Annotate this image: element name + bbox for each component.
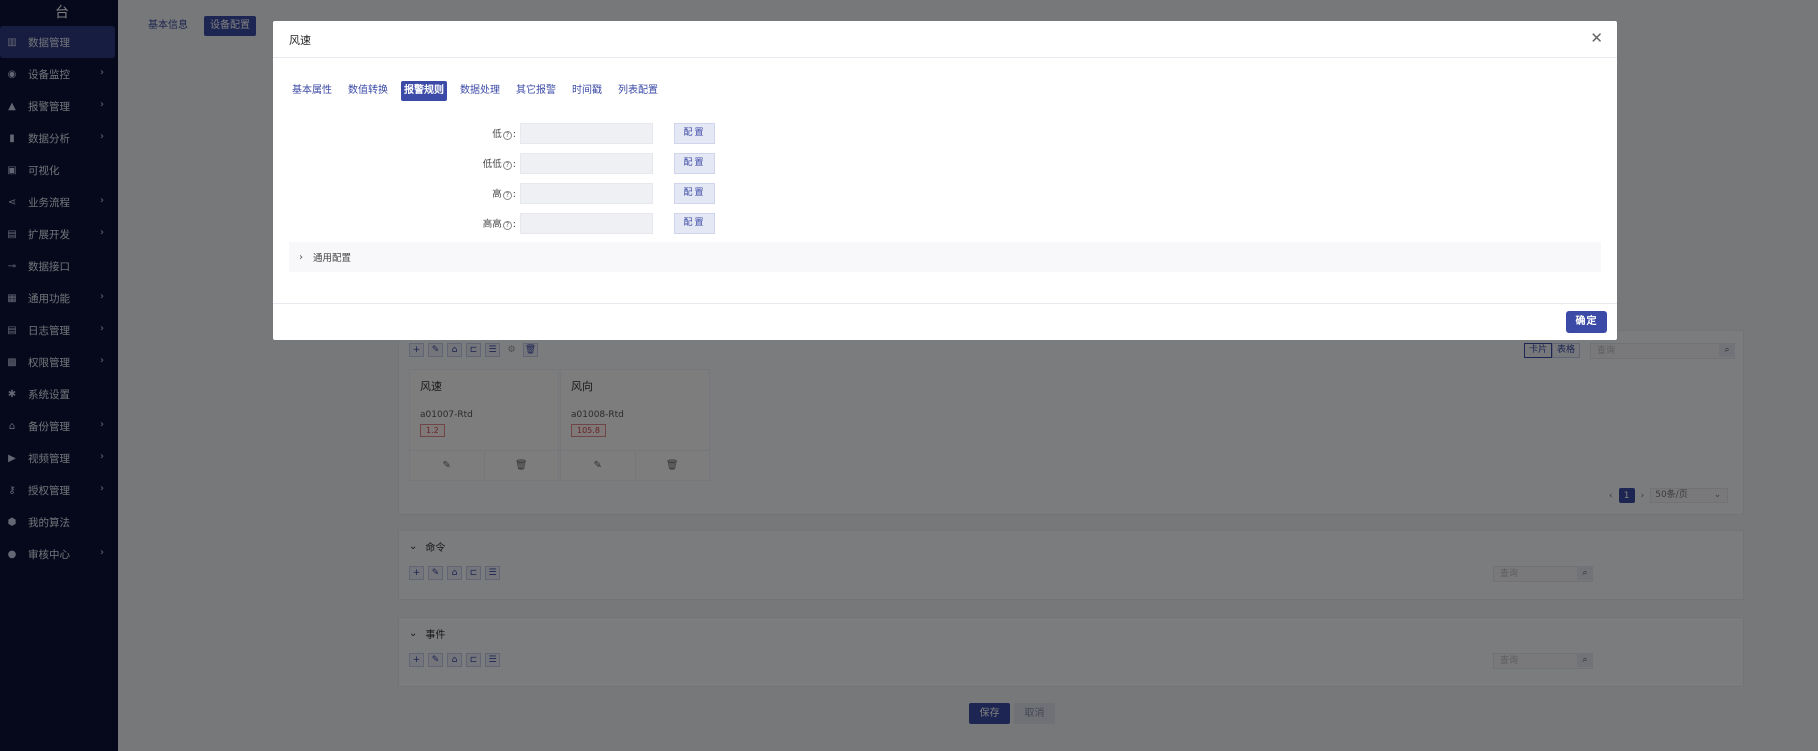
- field-label-text: 高: [492, 189, 502, 200]
- high-high-input[interactable]: [520, 212, 653, 234]
- general-config-collapse[interactable]: › 通用配置: [289, 242, 1601, 272]
- tab-timestamp[interactable]: 时间戳: [569, 81, 605, 101]
- tab-list-config[interactable]: 列表配置: [615, 81, 661, 101]
- dialog-tabs: 基本属性 数值转换 报警规则 数据处理 其它报警 时间戳 列表配置: [289, 81, 661, 101]
- tab-alarm-rules[interactable]: 报警规则: [401, 81, 447, 101]
- low-low-input[interactable]: [520, 152, 653, 174]
- help-icon[interactable]: ?: [502, 221, 512, 230]
- field-label: 高高?:: [482, 219, 516, 230]
- dialog-footer: 确定: [273, 303, 1617, 340]
- tab-other-alarms[interactable]: 其它报警: [513, 81, 559, 101]
- dialog-title: 风速: [289, 34, 311, 47]
- tab-data-processing[interactable]: 数据处理: [457, 81, 503, 101]
- low-input[interactable]: [520, 122, 653, 144]
- alarm-rule-dialog: 风速 ✕ 基本属性 数值转换 报警规则 数据处理 其它报警 时间戳 列表配置 低…: [273, 21, 1617, 340]
- field-label-text: 低: [492, 129, 502, 140]
- collapse-title: 通用配置: [313, 253, 352, 264]
- field-label: 低低?:: [482, 159, 516, 170]
- high-config-button[interactable]: 配置: [674, 182, 715, 204]
- field-label: 低?:: [492, 129, 516, 140]
- chevron-right-icon: ›: [299, 251, 303, 263]
- high-high-config-button[interactable]: 配置: [674, 212, 715, 234]
- field-label-text: 高高: [482, 219, 502, 230]
- field-row-low-low: 低低?: 配置: [273, 152, 715, 174]
- close-icon[interactable]: ✕: [1590, 29, 1603, 47]
- low-low-config-button[interactable]: 配置: [674, 152, 715, 174]
- help-icon[interactable]: ?: [502, 161, 512, 170]
- field-label: 高?:: [492, 189, 516, 200]
- field-row-high: 高?: 配置: [273, 182, 715, 204]
- high-input[interactable]: [520, 182, 653, 204]
- field-row-high-high: 高高?: 配置: [273, 212, 715, 234]
- help-icon[interactable]: ?: [502, 131, 512, 140]
- field-row-low: 低?: 配置: [273, 122, 715, 144]
- help-icon[interactable]: ?: [502, 191, 512, 200]
- confirm-button[interactable]: 确定: [1566, 311, 1607, 333]
- field-label-text: 低低: [482, 159, 502, 170]
- tab-value-conversion[interactable]: 数值转换: [345, 81, 391, 101]
- low-config-button[interactable]: 配置: [674, 122, 715, 144]
- dialog-header: 风速 ✕: [273, 21, 1617, 58]
- tab-basic-properties[interactable]: 基本属性: [289, 81, 335, 101]
